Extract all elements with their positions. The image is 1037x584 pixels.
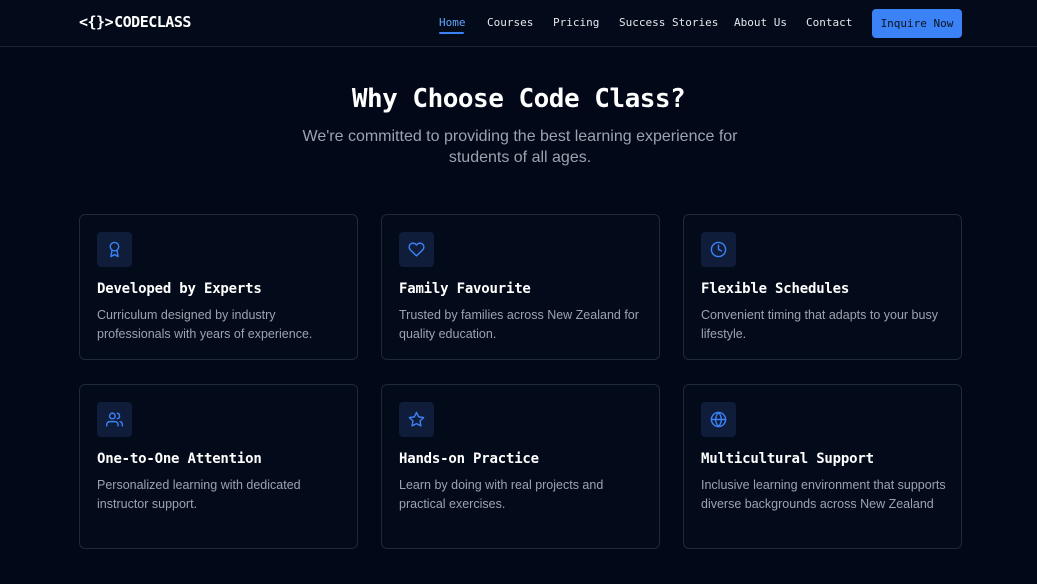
feature-description: Learn by doing with real projects and pr… [399,478,604,511]
globe-icon [701,402,736,437]
feature-card-family: Family Favourite Trusted by families acr… [381,214,660,360]
award-icon [97,232,132,267]
feature-description: Trusted by families across New Zealand f… [399,308,639,341]
nav-active-indicator [439,32,464,34]
feature-description: Inclusive learning environment that supp… [701,478,946,511]
feature-title: One-to-One Attention [97,451,262,467]
nav-courses[interactable]: Courses [487,16,533,29]
feature-card-multicultural: Multicultural Support Inclusive learning… [683,384,962,549]
inquire-now-button[interactable]: Inquire Now [872,9,962,38]
users-icon [97,402,132,437]
section-subtitle: We're committed to providing the best le… [302,128,738,166]
feature-description: Curriculum designed by industry professi… [97,308,313,341]
feature-card-attention: One-to-One Attention Personalized learni… [79,384,358,549]
nav-success-stories[interactable]: Success Stories [619,16,718,29]
nav-about-us[interactable]: About Us [734,16,787,29]
feature-title: Hands-on Practice [399,451,539,467]
section-title: Why Choose Code Class? [351,84,686,114]
feature-card-experts: Developed by Experts Curriculum designed… [79,214,358,360]
feature-card-schedules: Flexible Schedules Convenient timing tha… [683,214,962,360]
feature-description: Personalized learning with dedicated ins… [97,478,301,511]
nav-pricing[interactable]: Pricing [553,16,599,29]
nav-home[interactable]: Home [439,16,466,29]
feature-title: Multicultural Support [701,451,874,467]
feature-description: Convenient timing that adapts to your bu… [701,308,938,341]
heart-icon [399,232,434,267]
site-header: <{}> CODECLASS Home Courses Pricing Succ… [0,0,1037,47]
feature-title: Family Favourite [399,281,531,297]
star-icon [399,402,434,437]
nav-contact[interactable]: Contact [806,16,852,29]
feature-title: Flexible Schedules [701,281,850,297]
clock-icon [701,232,736,267]
feature-card-practice: Hands-on Practice Learn by doing with re… [381,384,660,549]
feature-title: Developed by Experts [97,281,262,297]
